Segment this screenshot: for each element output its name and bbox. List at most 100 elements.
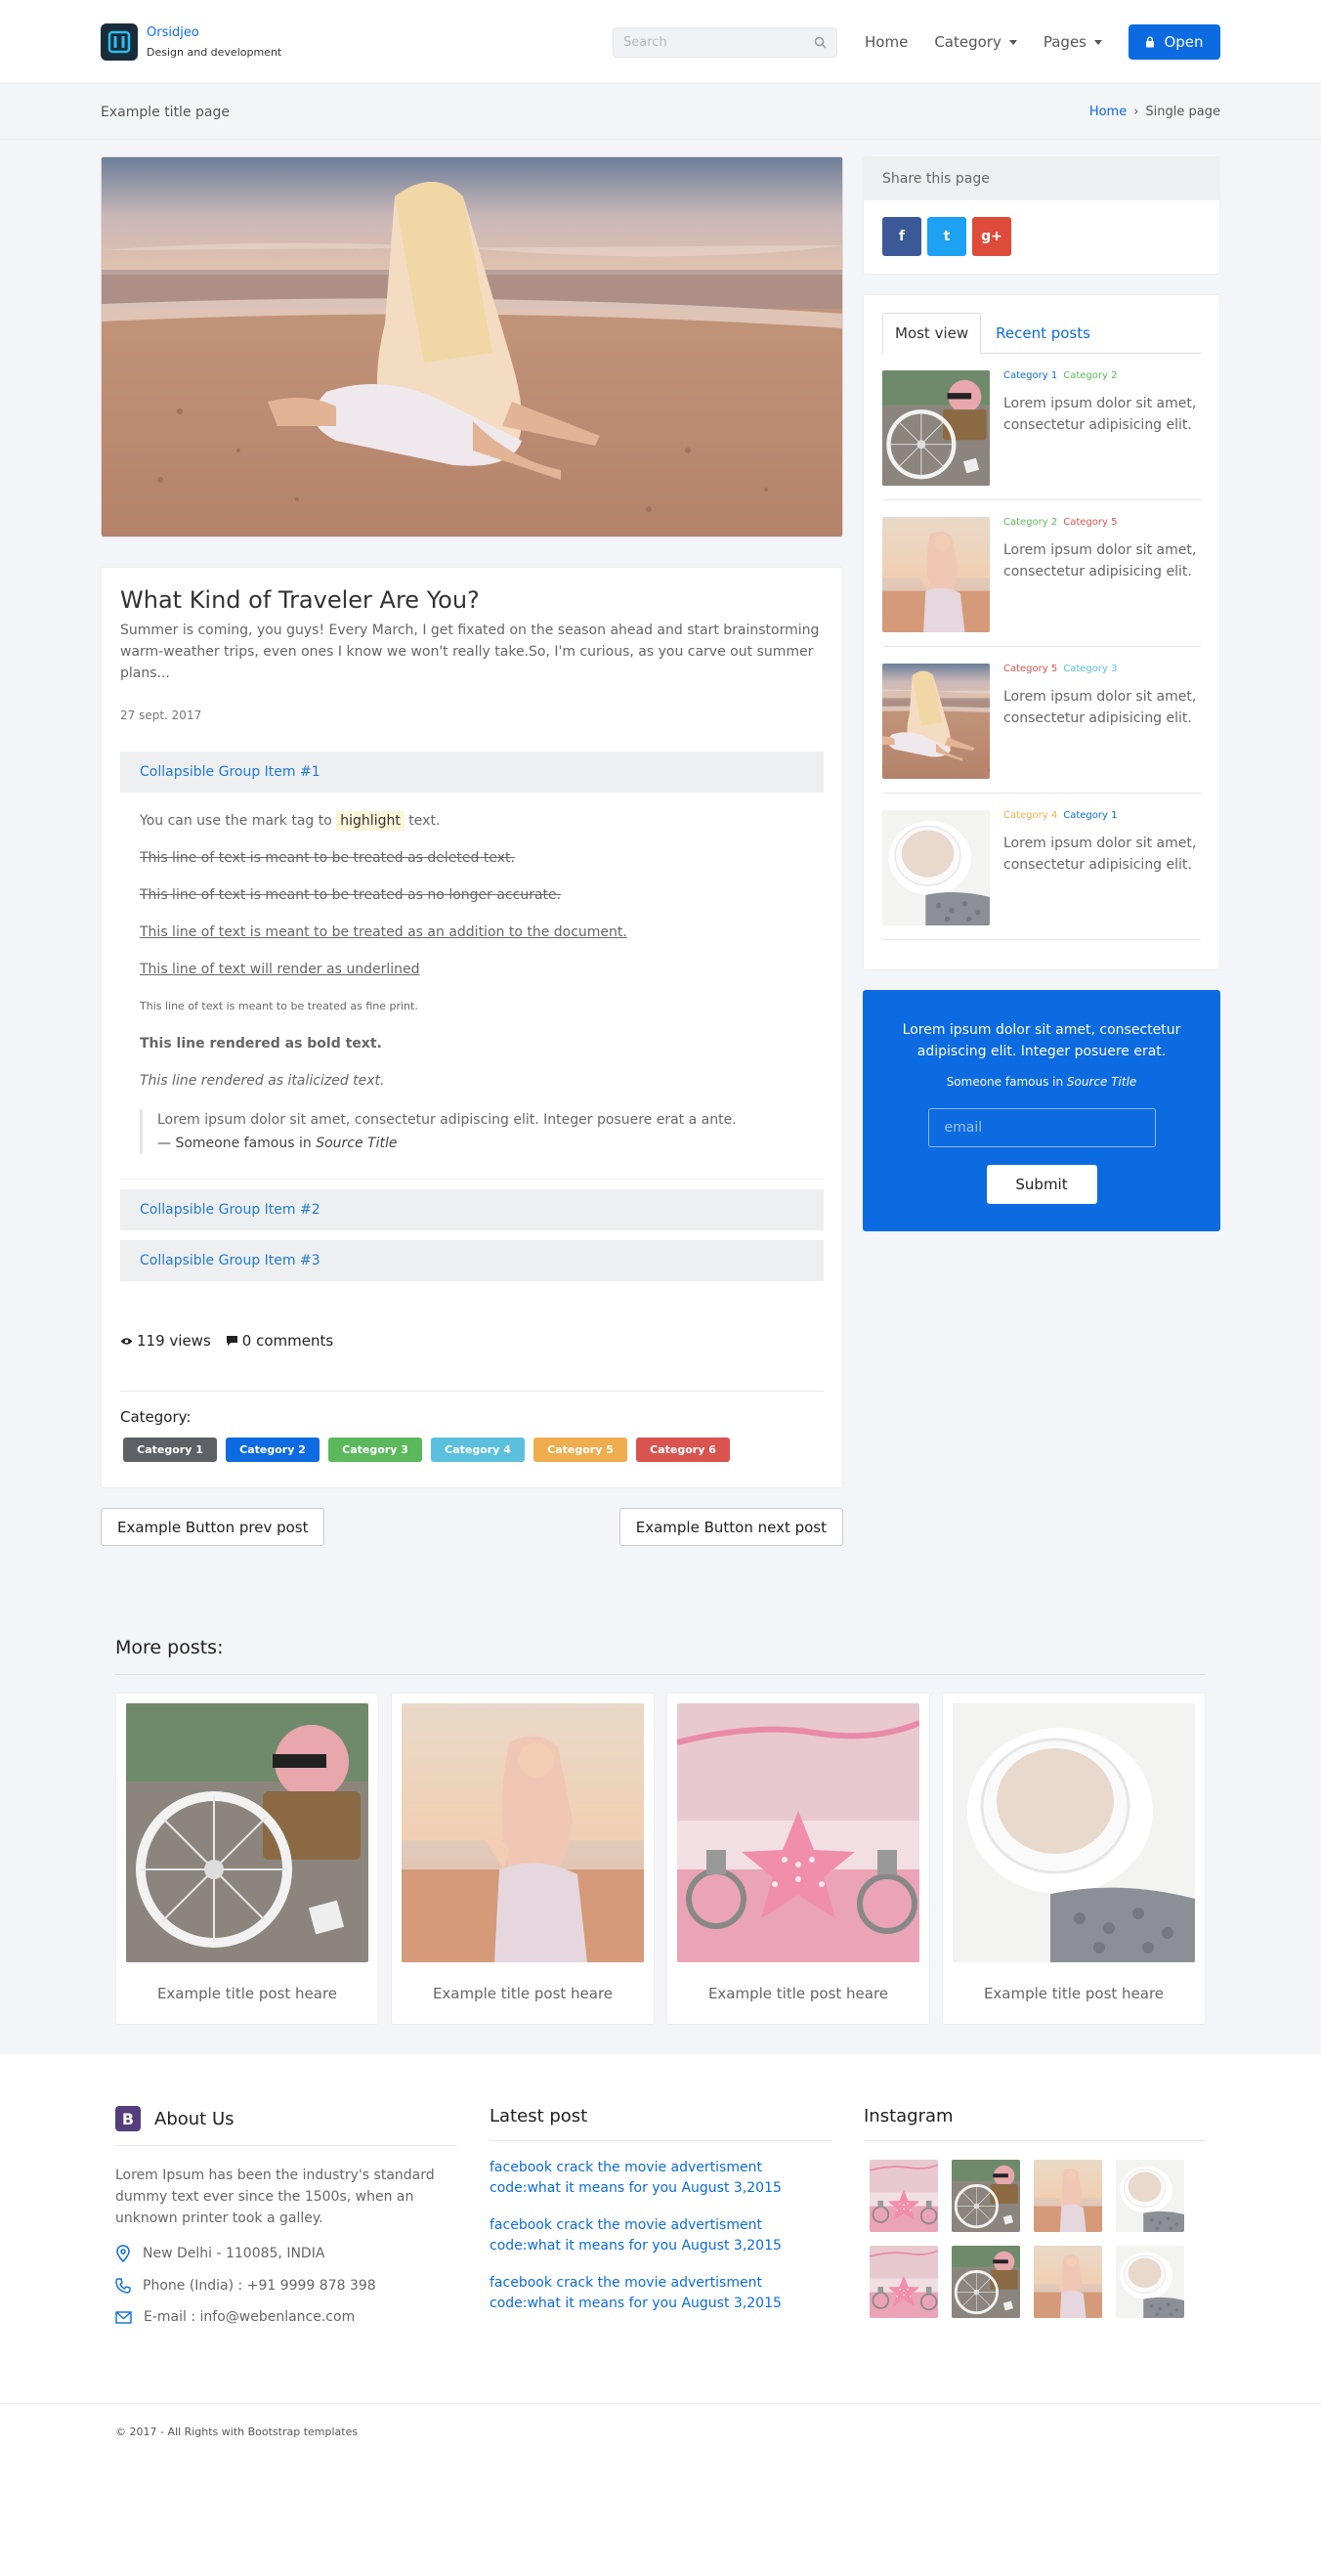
post-title[interactable]: Example title post heare <box>677 1962 919 2024</box>
lock-icon <box>1146 36 1155 48</box>
collapse-item-2-header[interactable]: Collapsible Group Item #2 <box>120 1189 824 1230</box>
nav-category-dropdown[interactable]: Category <box>934 33 1017 51</box>
footer-instagram: Instagram <box>864 2106 1206 2325</box>
latest-post-link[interactable]: facebook crack the movie advertisment co… <box>490 2158 831 2199</box>
views-label: 119 views <box>137 1332 211 1350</box>
instagram-thumbnail[interactable] <box>952 2160 1020 2232</box>
instagram-thumbnail[interactable] <box>870 2160 938 2232</box>
article-lead: Summer is coming, you guys! Every March,… <box>120 623 820 681</box>
instagram-thumbnail[interactable] <box>870 2246 938 2318</box>
instagram-thumbnail[interactable] <box>1116 2246 1184 2318</box>
most-view-item[interactable]: Category 5 Category 3 Lorem ipsum dolor si… <box>882 647 1201 794</box>
collapse-item-1-header[interactable]: Collapsible Group Item #1 <box>120 751 824 793</box>
tab-recent-posts[interactable]: Recent posts <box>981 313 1102 354</box>
post-category-link[interactable]: Category 5 <box>1063 517 1117 528</box>
more-post-card[interactable]: Example title post heare <box>391 1693 655 2025</box>
facebook-icon[interactable]: f <box>882 217 921 256</box>
post-category-link[interactable]: Category 2 <box>1003 517 1057 528</box>
post-category-link[interactable]: Category 2 <box>1063 370 1117 381</box>
post-thumbnail[interactable] <box>882 517 990 632</box>
italic-text: This line rendered as italicized text. <box>140 1073 385 1089</box>
search-input[interactable] <box>623 34 815 50</box>
blockquote-author: — Someone famous in <box>157 1136 312 1151</box>
blockquote-footer: — Someone famous in Source Title <box>157 1133 804 1154</box>
breadcrumb-home-link[interactable]: Home <box>1089 105 1127 119</box>
post-thumbnail[interactable] <box>882 810 990 925</box>
more-post-card[interactable]: Example title post heare <box>115 1693 379 2025</box>
instagram-thumbnail[interactable] <box>1116 2160 1184 2232</box>
post-thumbnail[interactable] <box>882 370 990 486</box>
instagram-thumbnail[interactable] <box>1034 2246 1102 2318</box>
most-view-item[interactable]: Category 4 Category 1 Lorem ipsum dolor si… <box>882 794 1201 940</box>
underlined-text: This line of text will render as underli… <box>140 962 420 977</box>
post-image[interactable] <box>953 1703 1195 1962</box>
post-category-link[interactable]: Category 1 <box>1063 810 1117 821</box>
nav-category-label: Category <box>934 33 1001 51</box>
next-post-button[interactable]: Example Button next post <box>618 1508 843 1546</box>
post-navigation: Example Button prev post Example Button … <box>101 1508 843 1546</box>
category-tag[interactable]: Category 4 <box>431 1438 525 1462</box>
logo-icon <box>101 23 138 61</box>
email-placeholder: email <box>944 1120 983 1136</box>
open-button[interactable]: Open <box>1129 24 1220 60</box>
prev-post-button[interactable]: Example Button prev post <box>101 1508 325 1546</box>
twitter-icon[interactable]: t <box>927 217 966 256</box>
tab-most-view[interactable]: Most view <box>882 313 982 354</box>
most-view-item[interactable]: Category 1 Category 2 Lorem ipsum dolor si… <box>882 354 1201 500</box>
highlight-mark: highlight <box>336 811 405 831</box>
post-category-link[interactable]: Category 3 <box>1063 664 1117 674</box>
latest-post-link[interactable]: facebook crack the movie advertisment co… <box>490 2273 831 2314</box>
category-tag[interactable]: Category 3 <box>328 1438 422 1462</box>
deleted-text: This line of text is meant to be treated… <box>140 850 515 866</box>
post-title[interactable]: Example title post heare <box>402 1962 644 2024</box>
post-image[interactable] <box>126 1703 368 1962</box>
post-excerpt[interactable]: Lorem ipsum dolor sit amet, consectetur … <box>1003 539 1201 582</box>
share-card: Share this page f t g+ <box>863 156 1220 275</box>
copyright-text: © 2017 - All Rights with Bootstrap templ… <box>115 2425 359 2438</box>
post-title[interactable]: Example title post heare <box>953 1962 1195 2024</box>
instagram-thumbnail[interactable] <box>1034 2160 1102 2232</box>
category-tag[interactable]: Category 6 <box>636 1438 730 1462</box>
most-view-card: Most view Recent posts Category 1 Categor… <box>863 294 1220 970</box>
post-category-link[interactable]: Category 4 <box>1003 810 1057 821</box>
post-thumbnail[interactable] <box>882 664 990 779</box>
instagram-thumbnail[interactable] <box>952 2246 1020 2318</box>
post-excerpt[interactable]: Lorem ipsum dolor sit amet, consectetur … <box>1003 393 1201 436</box>
sidebar: Share this page f t g+ Most view Recent po… <box>863 156 1220 1546</box>
nav-pages-dropdown[interactable]: Pages <box>1044 33 1102 51</box>
footer: B About Us Lorem Ipsum has been the indus… <box>0 2054 1321 2462</box>
post-excerpt[interactable]: Lorem ipsum dolor sit amet, consectetur … <box>1003 833 1201 876</box>
about-title: About Us <box>154 2108 234 2129</box>
more-post-card[interactable]: Example title post heare <box>942 1693 1206 2025</box>
submit-button[interactable]: Submit <box>986 1165 1097 1204</box>
category-tag[interactable]: Category 2 <box>226 1438 320 1462</box>
collapse-item-3-header[interactable]: Collapsible Group Item #3 <box>120 1240 824 1281</box>
category-tag[interactable]: Category 5 <box>533 1438 627 1462</box>
post-image[interactable] <box>677 1703 919 1962</box>
post-excerpt[interactable]: Lorem ipsum dolor sit amet, consectetur … <box>1003 686 1201 729</box>
comments-label: 0 comments <box>241 1332 334 1350</box>
post-category-link[interactable]: Category 1 <box>1003 370 1057 381</box>
post-title[interactable]: Example title post heare <box>126 1962 368 2024</box>
brand-logo[interactable]: Orsidjeo Design and development <box>101 23 281 61</box>
post-categories: Category 5 Category 3 <box>1003 664 1201 674</box>
fine-print-text: This line of text is meant to be treated… <box>140 1000 418 1012</box>
nav-home-link[interactable]: Home <box>865 33 908 51</box>
search-box <box>613 26 838 58</box>
latest-post-link[interactable]: facebook crack the movie advertisment co… <box>490 2215 831 2256</box>
email-field[interactable]: email <box>927 1108 1156 1147</box>
category-tag[interactable]: Category 1 <box>123 1438 217 1462</box>
most-view-item[interactable]: Category 2 Category 5 Lorem ipsum dolor si… <box>882 500 1201 647</box>
footer-latest-posts: Latest post facebook crack the movie adv… <box>490 2106 831 2325</box>
search-icon[interactable] <box>814 36 827 49</box>
post-image[interactable] <box>402 1703 644 1962</box>
bold-text: This line rendered as bold text. <box>140 1036 382 1052</box>
post-category-link[interactable]: Category 5 <box>1003 664 1057 674</box>
instagram-heading: Instagram <box>864 2106 1206 2141</box>
comments-count[interactable]: 0 comments <box>226 1332 333 1350</box>
envelope-icon <box>115 2310 132 2324</box>
eye-icon <box>120 1337 133 1345</box>
google-plus-icon[interactable]: g+ <box>972 217 1011 256</box>
latest-title: Latest post <box>490 2106 588 2126</box>
more-post-card[interactable]: Example title post heare <box>666 1693 930 2025</box>
